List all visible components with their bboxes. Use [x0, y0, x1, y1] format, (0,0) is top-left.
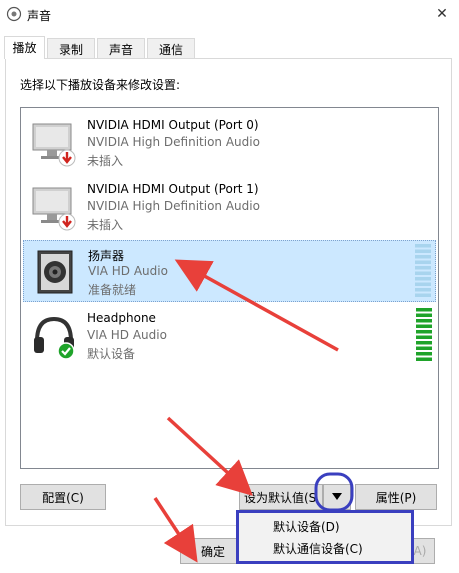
- device-name: Headphone: [87, 311, 156, 325]
- device-driver: NVIDIA High Definition Audio: [87, 199, 260, 213]
- meter-bar: [415, 244, 431, 248]
- set-default-button[interactable]: 设为默认值(S: [239, 484, 323, 510]
- device-item[interactable]: NVIDIA HDMI Output (Port 0) NVIDIA High …: [23, 112, 436, 174]
- device-name: NVIDIA HDMI Output (Port 1): [87, 182, 259, 196]
- meter-bar: [415, 249, 431, 253]
- meter-bar: [415, 260, 431, 264]
- meter-bar: [416, 357, 432, 361]
- meter-bar: [416, 352, 432, 356]
- speaker-app-icon: [6, 6, 22, 22]
- tab-recording[interactable]: 录制: [47, 38, 95, 58]
- meter-bar: [415, 255, 431, 259]
- close-icon: ✕: [436, 6, 448, 22]
- device-status: 未插入: [87, 218, 124, 232]
- meter-bar: [415, 288, 431, 292]
- tab-playback[interactable]: 播放: [4, 36, 45, 59]
- menu-item-default-communication-device[interactable]: 默认通信设备(C): [273, 540, 363, 557]
- meter-bar: [416, 346, 432, 350]
- device-driver: VIA HD Audio: [88, 264, 168, 278]
- device-item[interactable]: NVIDIA HDMI Output (Port 1) NVIDIA High …: [23, 176, 436, 238]
- device-name: 扬声器: [88, 249, 125, 263]
- set-default-menu: 默认设备(D) 默认通信设备(C): [236, 510, 414, 564]
- meter-bar: [416, 319, 432, 323]
- meter-bar: [416, 330, 432, 334]
- device-item[interactable]: Headphone VIA HD Audio 默认设备: [23, 305, 436, 367]
- chevron-down-icon: [332, 493, 342, 500]
- monitor-icon: [32, 123, 76, 167]
- meter-bar: [416, 308, 432, 312]
- device-item-selected[interactable]: 扬声器 VIA HD Audio 准备就绪: [23, 240, 436, 302]
- device-status: 准备就绪: [88, 283, 137, 297]
- meter-bar: [415, 293, 431, 297]
- monitor-icon: [32, 187, 76, 231]
- set-default-dropdown-button[interactable]: [323, 484, 351, 510]
- device-driver: VIA HD Audio: [87, 328, 167, 342]
- meter-bar: [416, 324, 432, 328]
- headphone-icon: [34, 316, 75, 360]
- title-bar: 声音 ✕: [0, 0, 459, 30]
- speaker-icon: [37, 250, 73, 294]
- menu-item-default-device[interactable]: 默认设备(D): [273, 518, 340, 535]
- properties-button[interactable]: 属性(P): [355, 484, 437, 510]
- volume-meter: [415, 244, 431, 297]
- device-status: 未插入: [87, 154, 124, 168]
- tab-sounds[interactable]: 声音: [97, 38, 145, 58]
- configure-button[interactable]: 配置(C): [20, 484, 106, 510]
- meter-bar: [415, 266, 431, 270]
- instruction-label: 选择以下播放设备来修改设置:: [20, 78, 181, 92]
- meter-bar: [416, 313, 432, 317]
- meter-bar: [415, 277, 431, 281]
- device-list[interactable]: NVIDIA HDMI Output (Port 0) NVIDIA High …: [20, 107, 439, 469]
- close-button[interactable]: ✕: [425, 0, 459, 28]
- device-name: NVIDIA HDMI Output (Port 0): [87, 118, 259, 132]
- window-title: 声音: [27, 9, 52, 23]
- meter-bar: [415, 282, 431, 286]
- meter-bar: [415, 271, 431, 275]
- device-status: 默认设备: [87, 347, 136, 361]
- meter-bar: [416, 341, 432, 345]
- device-driver: NVIDIA High Definition Audio: [87, 135, 260, 149]
- tab-communications[interactable]: 通信: [147, 38, 195, 58]
- meter-bar: [416, 335, 432, 339]
- volume-meter: [416, 308, 432, 361]
